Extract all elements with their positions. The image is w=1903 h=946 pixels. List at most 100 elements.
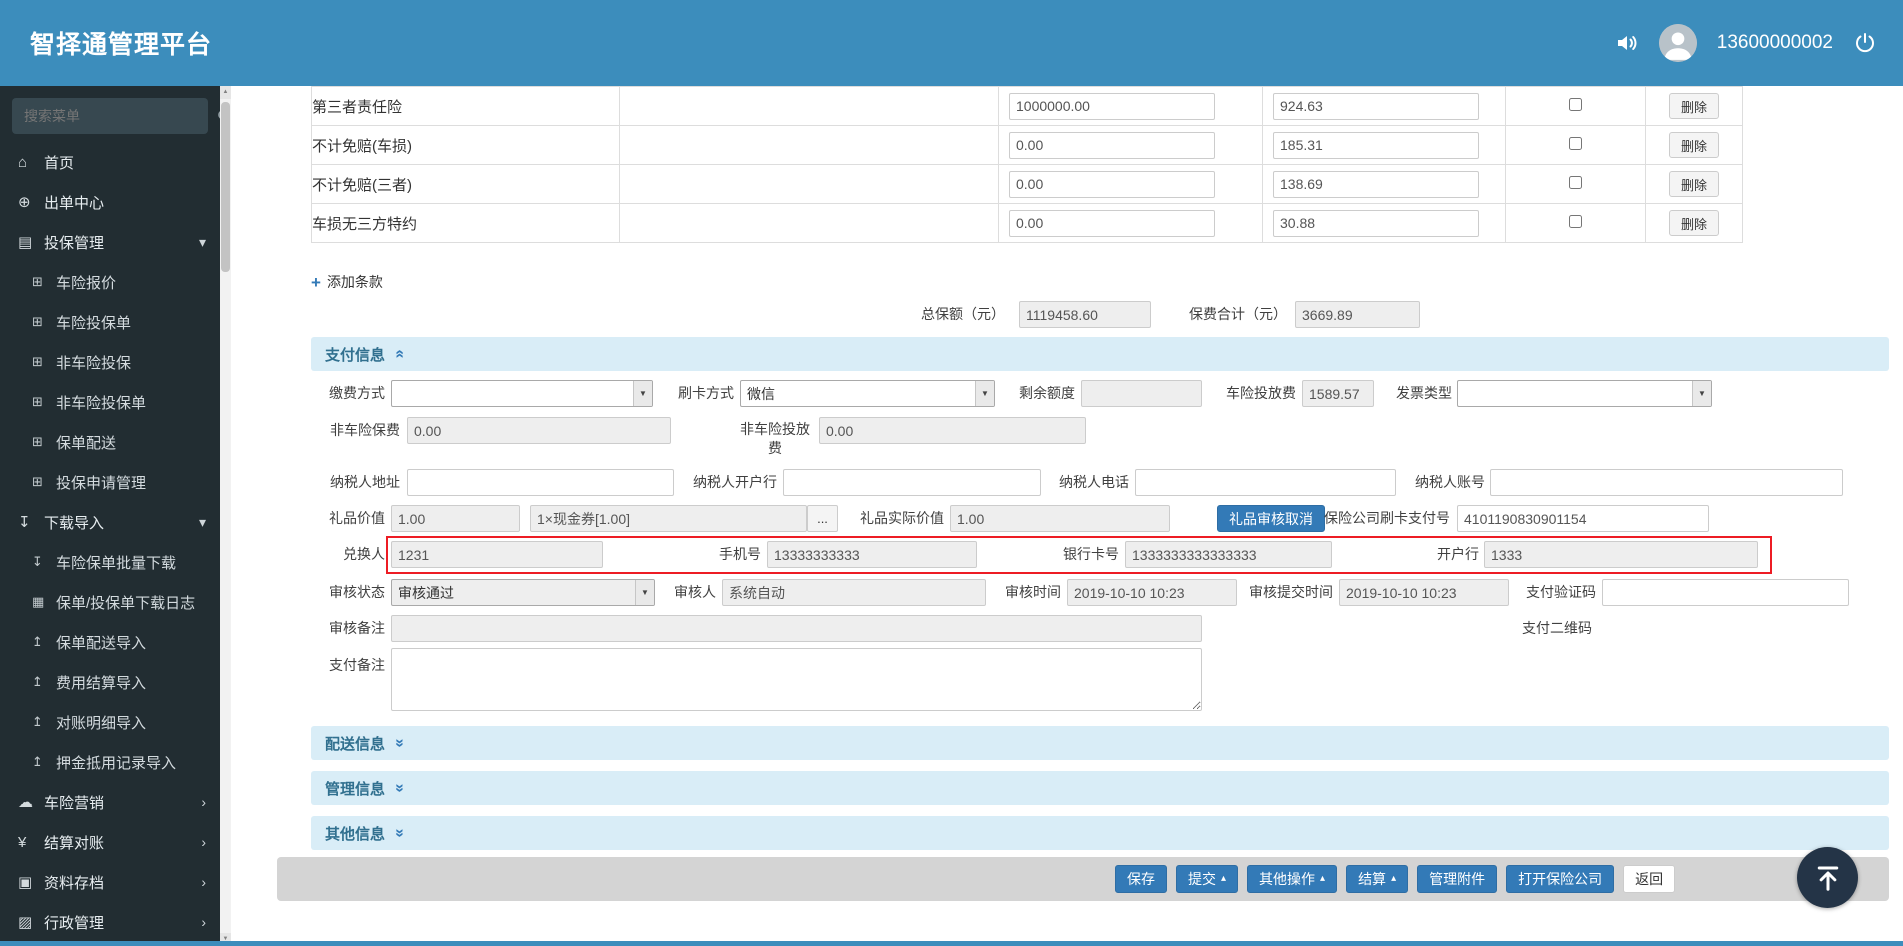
- save-label: 保存: [1127, 871, 1155, 887]
- audit-status-select[interactable]: 审核通过 ▼: [391, 579, 655, 606]
- gift-item-input[interactable]: [530, 505, 807, 532]
- mobile-input[interactable]: [767, 541, 977, 568]
- sidebar-item-auto-proposal[interactable]: ⊞ 车险投保单: [0, 302, 220, 342]
- pay-code-input[interactable]: [1602, 579, 1849, 606]
- avatar[interactable]: [1658, 24, 1697, 62]
- sidebar-item-auto-quote[interactable]: ⊞ 车险报价: [0, 262, 220, 302]
- gift-more-button[interactable]: ...: [807, 505, 838, 532]
- auto-delivery-fee-input[interactable]: [1302, 380, 1374, 407]
- delete-button[interactable]: 删除: [1668, 132, 1719, 158]
- gift-value-input[interactable]: [391, 505, 520, 532]
- clause-checkbox[interactable]: [1569, 214, 1582, 228]
- caret-up-icon: ▴: [1391, 873, 1397, 884]
- pay-method-select[interactable]: ▼: [391, 380, 653, 407]
- section-other-header[interactable]: 其他信息 «: [311, 816, 1889, 850]
- sidebar-item-deposit-record-import[interactable]: ↥ 押金抵用记录导入: [0, 742, 220, 782]
- sidebar-item-delivery-import[interactable]: ↥ 保单配送导入: [0, 622, 220, 662]
- clause-amount-input[interactable]: [1009, 170, 1215, 198]
- sidebar-item-admin-management[interactable]: ▨ 行政管理 ›: [0, 902, 220, 942]
- back-to-top-button[interactable]: [1797, 847, 1858, 908]
- sound-icon[interactable]: [1615, 31, 1639, 55]
- sidebar-item-batch-download[interactable]: ↧ 车险保单批量下载: [0, 542, 220, 582]
- bank-input[interactable]: [1484, 541, 1758, 568]
- sidebar-item-reconcile-detail-import[interactable]: ↥ 对账明细导入: [0, 702, 220, 742]
- sidebar-item-settle-reconcile[interactable]: ¥ 结算对账 ›: [0, 822, 220, 862]
- caret-up-icon: ▴: [1221, 873, 1227, 884]
- sidebar-scrollbar[interactable]: ▲ ▼: [220, 86, 231, 946]
- remaining-quota-input[interactable]: [1081, 380, 1202, 407]
- bank-card-input[interactable]: [1125, 541, 1332, 568]
- clause-amount-input[interactable]: [1009, 209, 1215, 237]
- delete-button[interactable]: 删除: [1668, 171, 1719, 197]
- premium-total-input[interactable]: [1295, 301, 1420, 328]
- sidebar-item-fee-settle-import[interactable]: ↥ 费用结算导入: [0, 662, 220, 702]
- search-input[interactable]: [12, 108, 217, 124]
- cloud-icon: ☁: [18, 794, 33, 811]
- section-title: 其他信息: [325, 825, 386, 843]
- auditor-input[interactable]: [722, 579, 986, 606]
- sidebar-item-archive[interactable]: ▣ 资料存档 ›: [0, 862, 220, 902]
- chevron-down-icon: ▼: [1692, 381, 1711, 406]
- clause-checkbox[interactable]: [1569, 175, 1582, 189]
- gift-actual-input[interactable]: [950, 505, 1170, 532]
- sidebar-item-nonauto-insure[interactable]: ⊞ 非车险投保: [0, 342, 220, 382]
- delete-button[interactable]: 删除: [1668, 93, 1719, 119]
- sidebar-item-policy-delivery[interactable]: ⊞ 保单配送: [0, 422, 220, 462]
- section-delivery-header[interactable]: 配送信息 «: [311, 726, 1889, 760]
- invoice-type-select[interactable]: ▼: [1457, 380, 1712, 407]
- expand-icon: «: [390, 783, 408, 793]
- book-icon: ▦: [32, 594, 45, 609]
- table-row: 第三者责任险 删除: [311, 86, 1743, 126]
- audit-time-input[interactable]: [1067, 579, 1237, 606]
- clause-premium-input[interactable]: [1273, 170, 1479, 198]
- home-icon: ⌂: [18, 153, 28, 171]
- sidebar-item-home[interactable]: ⌂ 首页: [0, 142, 220, 182]
- scrollbar-thumb[interactable]: [221, 102, 230, 272]
- grid-icon: ⊞: [32, 434, 43, 449]
- section-payment-header[interactable]: 支付信息 «: [311, 337, 1889, 371]
- nonauto-delivery-fee-input[interactable]: [819, 417, 1086, 444]
- add-clause-link[interactable]: + 添加条款: [311, 272, 383, 292]
- open-insurer-button[interactable]: 打开保险公司: [1506, 865, 1615, 893]
- scroll-up-arrow[interactable]: ▲: [220, 86, 231, 99]
- clause-checkbox[interactable]: [1569, 97, 1582, 111]
- card-method-select[interactable]: 微信 ▼: [740, 380, 995, 407]
- audit-submit-time-input[interactable]: [1339, 579, 1509, 606]
- section-management-header[interactable]: 管理信息 «: [311, 771, 1889, 805]
- clause-amount-input[interactable]: [1009, 131, 1215, 159]
- sidebar-item-nonauto-proposal[interactable]: ⊞ 非车险投保单: [0, 382, 220, 422]
- sidebar-item-label: 首页: [44, 154, 75, 172]
- taxpayer-phone-input[interactable]: [1135, 469, 1396, 496]
- clause-premium-input[interactable]: [1273, 209, 1479, 237]
- audit-remark-input[interactable]: [391, 615, 1202, 642]
- sidebar-item-insure-management[interactable]: ▤ 投保管理 ▾: [0, 222, 220, 262]
- clause-amount-input[interactable]: [1009, 92, 1215, 120]
- taxpayer-address-input[interactable]: [407, 469, 674, 496]
- arrow-up-to-top-icon: [1817, 866, 1838, 891]
- sidebar-item-download-import[interactable]: ↧ 下载导入 ▾: [0, 502, 220, 542]
- sidebar-item-issue-center[interactable]: ⊕ 出单中心: [0, 182, 220, 222]
- clause-checkbox[interactable]: [1569, 136, 1582, 150]
- sidebar-item-auto-marketing[interactable]: ☁ 车险营销 ›: [0, 782, 220, 822]
- save-button[interactable]: 保存: [1115, 865, 1167, 893]
- delete-button[interactable]: 删除: [1668, 210, 1719, 236]
- chevron-right-icon: ›: [201, 794, 206, 810]
- back-button[interactable]: 返回: [1623, 865, 1676, 893]
- other-operations-button[interactable]: 其他操作 ▴: [1247, 865, 1338, 893]
- settle-label: 结算: [1358, 871, 1387, 887]
- clause-premium-input[interactable]: [1273, 92, 1479, 120]
- nonauto-premium-input[interactable]: [407, 417, 671, 444]
- taxpayer-bank-input[interactable]: [783, 469, 1041, 496]
- taxpayer-account-input[interactable]: [1490, 469, 1843, 496]
- sidebar-item-download-log[interactable]: ▦ 保单/投保单下载日志: [0, 582, 220, 622]
- gift-audit-cancel-button[interactable]: 礼品审核取消: [1217, 505, 1325, 532]
- clause-premium-input[interactable]: [1273, 131, 1479, 159]
- settle-button[interactable]: 结算 ▴: [1346, 865, 1409, 893]
- pay-remark-textarea[interactable]: [391, 648, 1202, 711]
- manage-attachments-button[interactable]: 管理附件: [1417, 865, 1498, 893]
- redeemer-input[interactable]: [391, 541, 603, 568]
- logout-icon[interactable]: [1853, 31, 1877, 55]
- submit-button[interactable]: 提交 ▴: [1176, 865, 1239, 893]
- sidebar-item-insure-apply-management[interactable]: ⊞ 投保申请管理: [0, 462, 220, 502]
- insurer-card-pay-no-input[interactable]: [1457, 505, 1709, 532]
